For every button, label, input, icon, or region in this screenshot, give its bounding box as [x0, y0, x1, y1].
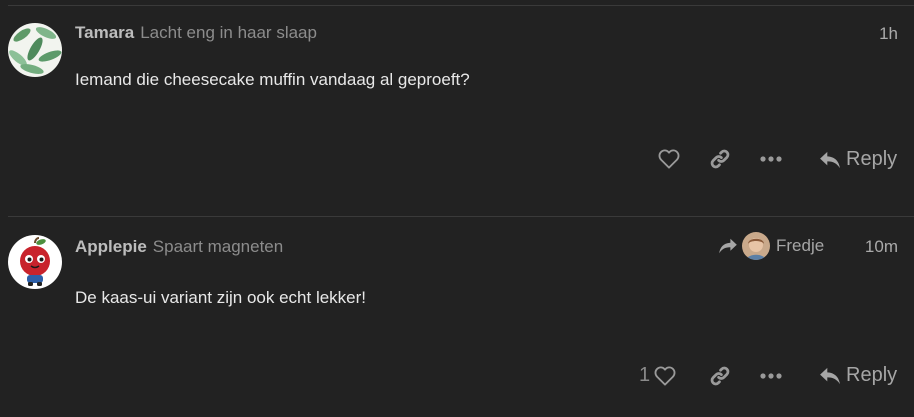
- share-arrow-icon: [719, 238, 737, 254]
- reply-button[interactable]: Reply: [819, 364, 897, 387]
- ellipsis-icon: [760, 373, 782, 379]
- copy-link-button[interactable]: [709, 148, 731, 170]
- heart-icon: [654, 365, 676, 386]
- post-applepie: Applepie Spaart magneten Fredje 10m De ka…: [0, 216, 914, 417]
- reply-arrow-icon: [820, 367, 840, 384]
- user-title: Spaart magneten: [152, 237, 284, 256]
- username[interactable]: Applepie: [75, 237, 147, 256]
- leaf-pattern-avatar-icon: [8, 23, 62, 77]
- link-icon: [710, 366, 730, 386]
- more-options-button[interactable]: [760, 370, 782, 382]
- copy-link-button[interactable]: [709, 365, 731, 387]
- reply-arrow-icon: [820, 151, 840, 168]
- username[interactable]: Tamara: [75, 23, 134, 42]
- post-age[interactable]: 10m: [865, 237, 898, 257]
- more-options-button[interactable]: [760, 153, 782, 165]
- apple-character-avatar-icon: [8, 235, 62, 289]
- post-tamara: Tamara Lacht eng in haar slaap 1h Iemand …: [0, 0, 914, 216]
- post-meta: Tamara Lacht eng in haar slaap: [75, 23, 317, 43]
- reply-button[interactable]: Reply: [819, 148, 897, 171]
- link-icon: [710, 149, 730, 169]
- like-button[interactable]: 1: [639, 364, 676, 387]
- heart-icon: [658, 149, 680, 169]
- ellipsis-icon: [760, 156, 782, 162]
- avatar: [742, 232, 770, 260]
- reply-to-username: Fredje: [776, 236, 825, 255]
- like-button[interactable]: [658, 149, 680, 169]
- avatar[interactable]: [8, 235, 62, 289]
- like-count[interactable]: 1: [639, 364, 650, 387]
- post-body: De kaas-ui variant zijn ook echt lekker!: [75, 288, 367, 307]
- reply-to-indicator[interactable]: Fredje: [718, 232, 824, 260]
- post-age[interactable]: 1h: [879, 24, 898, 44]
- user-photo-avatar-icon: [742, 232, 770, 260]
- avatar[interactable]: [8, 23, 62, 77]
- post-body: Iemand die cheesecake muffin vandaag al …: [75, 70, 470, 89]
- reply-label: Reply: [846, 364, 898, 386]
- post-meta: Applepie Spaart magneten: [75, 237, 283, 257]
- reply-label: Reply: [846, 148, 898, 170]
- user-title: Lacht eng in haar slaap: [140, 23, 317, 42]
